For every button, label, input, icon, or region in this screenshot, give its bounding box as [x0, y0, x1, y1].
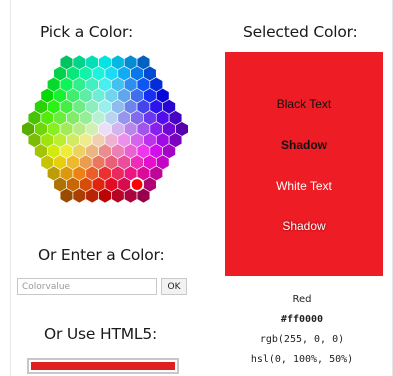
enter-color-heading: Or Enter a Color:: [38, 246, 165, 264]
color-hsl-value: hsl(0, 100%, 50%): [250, 354, 354, 365]
black-text-sample: Black Text: [276, 97, 332, 111]
white-shadow-sample: Shadow: [282, 219, 326, 233]
color-value-input[interactable]: [17, 278, 157, 295]
ok-button[interactable]: OK: [161, 278, 187, 295]
color-rgb-value: rgb(255, 0, 0): [259, 334, 345, 345]
html5-heading: Or Use HTML5:: [44, 325, 157, 343]
html5-color-input[interactable]: [27, 358, 179, 374]
selected-color-preview: Black Text Shadow White Text Shadow: [225, 52, 383, 276]
selected-color-heading: Selected Color:: [243, 23, 358, 41]
html5-color-swatch: [31, 362, 175, 370]
selected-cell-marker: [130, 177, 145, 192]
hexagon-color-picker[interactable]: [10, 48, 200, 210]
pick-color-heading: Pick a Color:: [40, 23, 133, 41]
hexagon-color-grid[interactable]: [10, 48, 200, 210]
color-name-label: Red: [292, 294, 312, 305]
black-shadow-sample: Shadow: [280, 138, 327, 152]
color-hex-value: #ff0000: [280, 314, 324, 325]
white-text-sample: White Text: [276, 179, 332, 193]
